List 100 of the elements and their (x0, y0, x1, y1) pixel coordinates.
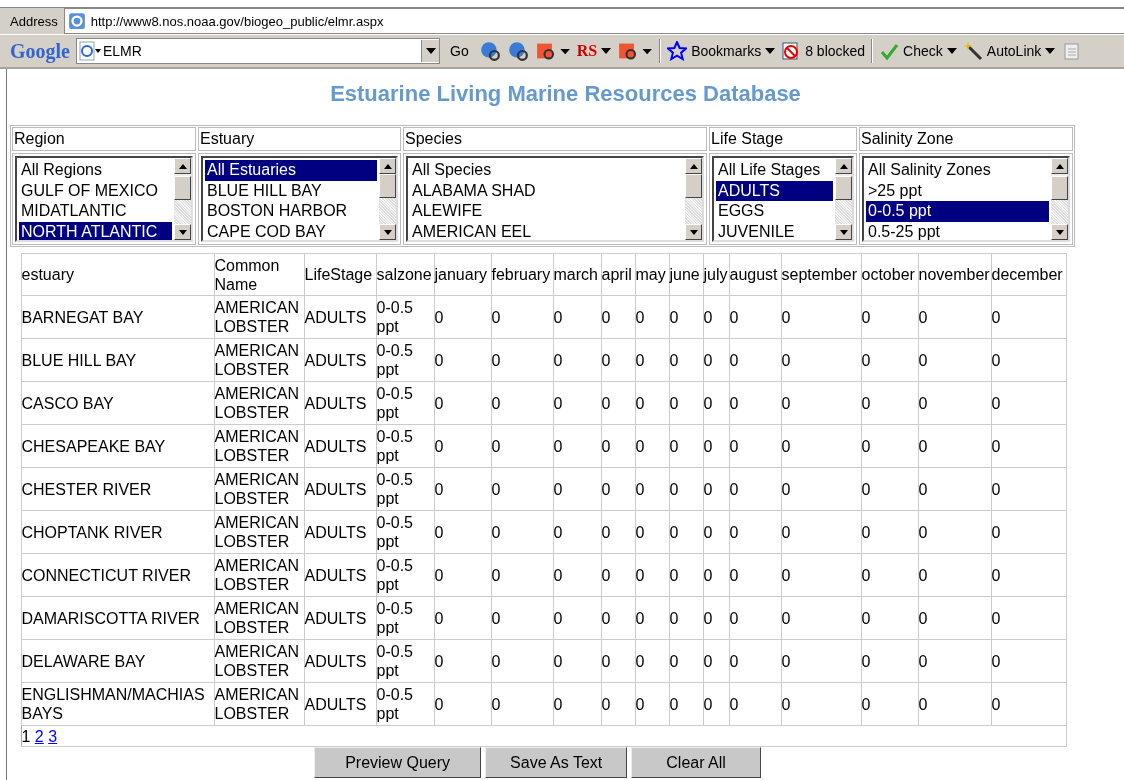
table-cell: CONNECTICUT RIVER (21, 553, 214, 597)
table-cell: 0 (781, 424, 861, 468)
table-cell: AMERICAN LOBSTER (214, 467, 304, 511)
scrollbar[interactable] (835, 158, 852, 240)
list-option[interactable]: All Salinity Zones (866, 160, 1049, 181)
table-cell: 0 (553, 553, 601, 597)
list-option[interactable]: ALEWIFE (410, 201, 683, 222)
scroll-up-icon[interactable] (1055, 163, 1064, 169)
list-option[interactable]: ALABAMA SHAD (410, 180, 683, 201)
table-cell: 0 (491, 639, 553, 683)
list-box[interactable]: All Regions GULF OF MEXICO MIDATLANTIC NORTH ATLANTIC (15, 156, 193, 242)
table-cell: 0 (703, 295, 729, 339)
rs-button[interactable]: RS (576, 42, 612, 60)
list-option[interactable]: MIDATLANTIC (19, 201, 172, 222)
list-option[interactable]: AMERICAN EEL (410, 221, 683, 240)
table-cell: ADULTS (304, 295, 376, 339)
table-cell: 0 (601, 553, 635, 597)
action-button[interactable]: Preview Query (314, 747, 482, 778)
table-cell: DAMARISCOTTA RIVER (21, 596, 214, 640)
checkmark-icon (879, 41, 900, 61)
list-option[interactable]: BOSTON HARBOR (205, 201, 377, 222)
table-cell: 0 (729, 639, 781, 683)
list-box[interactable]: All Life Stages ADULTS EGGS JUVENILE (712, 156, 854, 242)
list-option[interactable]: All Life Stages (716, 160, 833, 181)
scroll-down-icon[interactable] (689, 229, 698, 235)
table-cell: 0 (991, 295, 1066, 339)
autolink-button[interactable]: AutoLink (962, 41, 1056, 61)
list-box[interactable]: All Salinity Zones >25 ppt 0-0.5 ppt 0.5-25 ppt (862, 156, 1070, 242)
list-option[interactable]: CAPE COD BAY (205, 221, 377, 240)
list-box[interactable]: All Estuaries BLUE HILL BAY BOSTON HARBOR CAPE COD BAY (201, 156, 398, 242)
scrollbar[interactable] (379, 158, 396, 240)
table-cell: 0 (861, 682, 918, 726)
list-option[interactable]: ADULTS (716, 180, 833, 201)
action-button[interactable]: Save As Text (485, 747, 628, 778)
scroll-down-icon[interactable] (1055, 229, 1064, 235)
table-cell: 0 (434, 639, 491, 683)
column-header: march (553, 253, 601, 296)
scroll-down-icon[interactable] (383, 229, 392, 235)
scroll-up-icon[interactable] (178, 163, 187, 169)
scroll-up-icon[interactable] (839, 163, 848, 169)
page-link[interactable]: 3 (48, 727, 58, 745)
list-option[interactable]: >25 ppt (866, 180, 1049, 201)
list-option[interactable]: GULF OF MEXICO (19, 180, 172, 201)
scroll-up-icon[interactable] (383, 163, 392, 169)
table-cell: 0 (991, 338, 1066, 382)
action-button[interactable]: Clear All (631, 747, 761, 778)
caret-icon (425, 48, 436, 54)
list-option[interactable]: BLUE HILL BAY (205, 180, 377, 201)
table-cell: 0 (703, 381, 729, 425)
table-cell: 0 (918, 510, 991, 554)
search-field[interactable]: ELMR (76, 38, 440, 64)
list-option[interactable]: JUVENILE (716, 221, 833, 240)
list-box[interactable]: All Species ALABAMA SHAD ALEWIFE AMERICAN EEL (406, 156, 704, 242)
list-option[interactable]: All Regions (19, 160, 172, 181)
table-cell: 0 (861, 338, 918, 382)
scroll-down-icon[interactable] (839, 229, 848, 235)
table-cell: 0 (434, 510, 491, 554)
table-cell: 0 (635, 553, 669, 597)
table-cell: 0 (553, 381, 601, 425)
table-cell: AMERICAN LOBSTER (214, 639, 304, 683)
bookmarks-button[interactable]: Bookmarks (667, 41, 776, 61)
scrollbar[interactable] (174, 158, 191, 240)
table-cell: 0 (729, 381, 781, 425)
spell-check-button[interactable]: Check (879, 41, 957, 61)
table-cell: 0 (553, 338, 601, 382)
column-header: august (729, 253, 781, 296)
table-cell: 0 (669, 467, 703, 511)
list-option[interactable]: All Estuaries (205, 160, 377, 181)
table-cell: 0 (553, 639, 601, 683)
list-option[interactable]: 0-0.5 ppt (866, 201, 1049, 222)
list-option[interactable]: 0.5-25 ppt (866, 221, 1049, 240)
table-cell: ENGLISHMAN/MACHIAS BAYS (21, 682, 214, 726)
table-cell: 0-0.5 ppt (376, 381, 434, 425)
table-cell: 0 (669, 510, 703, 554)
toolbar-icon[interactable] (506, 40, 529, 62)
dropdown-button[interactable] (421, 40, 439, 62)
table-cell: 0 (601, 639, 635, 683)
list-option[interactable]: All Species (410, 160, 683, 181)
scroll-down-icon[interactable] (178, 229, 187, 235)
scrollbar[interactable] (685, 158, 702, 240)
popup-blocker-button[interactable]: 8 blocked (781, 41, 866, 61)
table-cell: 0 (918, 338, 991, 382)
toolbar-icon[interactable] (478, 40, 501, 62)
star-icon (667, 41, 688, 61)
scroll-up-icon[interactable] (689, 163, 698, 169)
list-option[interactable]: NORTH ATLANTIC (19, 221, 172, 240)
caret-icon (946, 48, 957, 54)
list-option[interactable]: EGGS (716, 201, 833, 222)
go-button[interactable]: Go (446, 43, 473, 59)
table-cell: 0 (918, 424, 991, 468)
table-cell: AMERICAN LOBSTER (214, 682, 304, 726)
page-link[interactable]: 2 (34, 727, 44, 745)
scrollbar[interactable] (1051, 158, 1068, 240)
table-cell: 0 (781, 467, 861, 511)
table-cell: 0 (781, 381, 861, 425)
table-cell: 0 (918, 553, 991, 597)
table-cell: 0 (601, 295, 635, 339)
table-cell: 0 (703, 424, 729, 468)
address-field[interactable]: http://www8.nos.noaa.gov/biogeo_public/elmr.aspx (63, 8, 1124, 34)
table-cell: 0 (781, 338, 861, 382)
